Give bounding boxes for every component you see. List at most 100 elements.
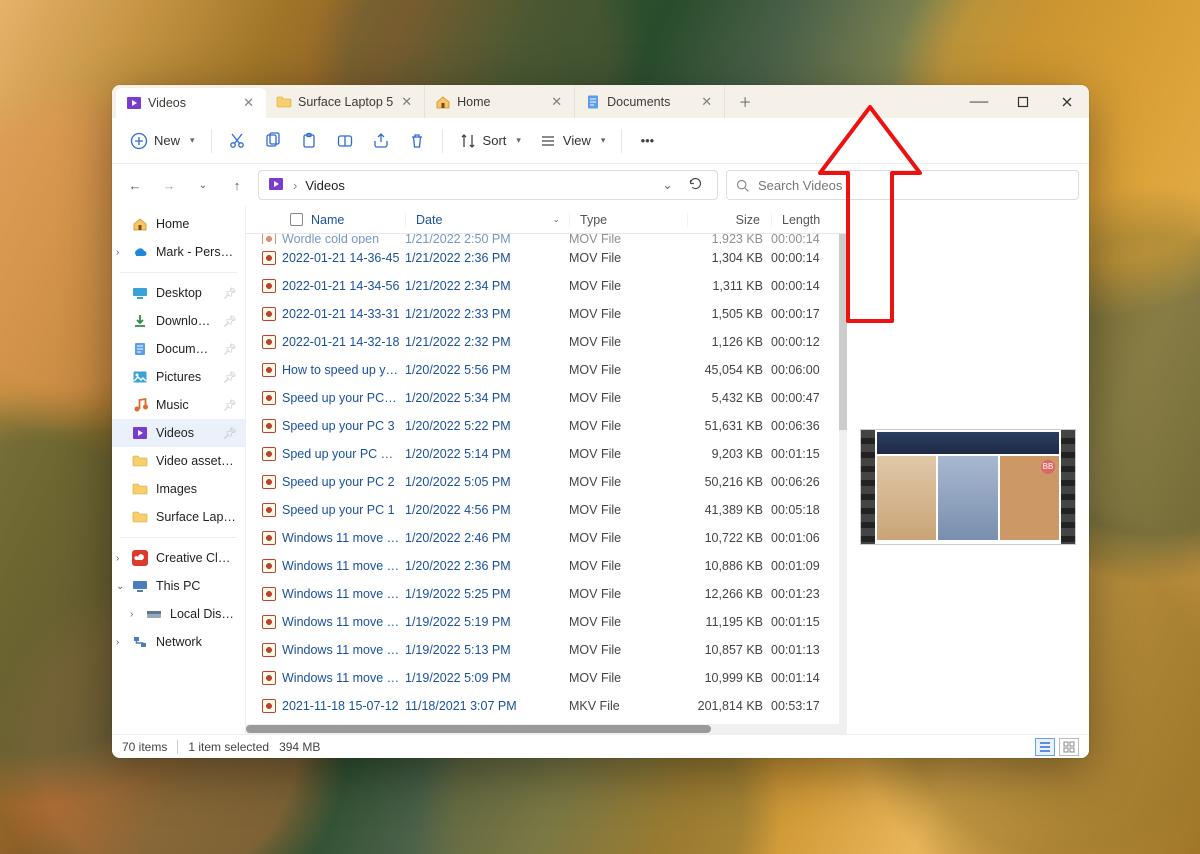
details-view-toggle[interactable] xyxy=(1035,738,1055,756)
new-tab-button[interactable]: ＋ xyxy=(725,85,765,118)
file-date: 1/21/2022 2:32 PM xyxy=(405,335,569,349)
file-date: 1/21/2022 2:36 PM xyxy=(405,251,569,265)
breadcrumb-item[interactable]: Videos xyxy=(305,178,345,193)
breadcrumb[interactable]: › Videos ⌄ xyxy=(258,170,718,200)
column-type[interactable]: Type xyxy=(569,213,687,227)
vertical-scrollbar[interactable] xyxy=(839,234,847,724)
search-input[interactable]: Search Videos xyxy=(726,170,1079,200)
column-size[interactable]: Size xyxy=(687,213,771,227)
tab-home[interactable]: Home ✕ xyxy=(425,85,575,118)
file-row[interactable]: 2022-01-21 14-36-45 1/21/2022 2:36 PM MO… xyxy=(246,244,847,272)
file-length: 00:01:06 xyxy=(771,531,821,545)
column-name[interactable]: Name xyxy=(246,213,405,227)
file-name: Windows 11 move s... xyxy=(282,643,400,657)
sidebar-network[interactable]: › Network xyxy=(112,628,245,656)
paste-button[interactable] xyxy=(292,125,326,157)
file-row[interactable]: Windows 11 move s... 1/19/2022 5:25 PM M… xyxy=(246,580,847,608)
back-button[interactable]: ← xyxy=(122,171,148,199)
pin-icon: 📌︎ xyxy=(223,343,237,356)
file-row[interactable]: Windows 11 move t... 1/20/2022 2:36 PM M… xyxy=(246,552,847,580)
chevron-down-icon: ⌄ xyxy=(552,214,560,225)
file-row[interactable]: Windows 11 move s... 1/19/2022 5:13 PM M… xyxy=(246,636,847,664)
file-row[interactable]: 2021-11-18 15-07-12 11/18/2021 3:07 PM M… xyxy=(246,692,847,720)
sidebar-creative-cloud[interactable]: › Creative Cloud Files xyxy=(112,544,245,572)
sidebar-thispc[interactable]: ⌄ This PC xyxy=(112,572,245,600)
file-row[interactable]: Speed up your PC 2 1/20/2022 5:05 PM MOV… xyxy=(246,468,847,496)
file-row[interactable]: How to speed up yo... 1/20/2022 5:56 PM … xyxy=(246,356,847,384)
sidebar-home[interactable]: Home xyxy=(112,210,245,238)
thumbnails-view-toggle[interactable] xyxy=(1059,738,1079,756)
file-row[interactable]: Speed up your PC 3 ... 1/20/2022 5:34 PM… xyxy=(246,384,847,412)
video-icon xyxy=(132,425,148,441)
sidebar-item-pictures[interactable]: Pictures 📌︎ xyxy=(112,363,245,391)
select-all-checkbox[interactable] xyxy=(290,213,303,226)
file-type: MOV File xyxy=(569,503,687,517)
sidebar-item-desktop[interactable]: Desktop 📌︎ xyxy=(112,279,245,307)
delete-button[interactable] xyxy=(400,125,434,157)
sidebar-item-video-assets-for-clip[interactable]: Video assets for Clip xyxy=(112,447,245,475)
more-button[interactable]: ••• xyxy=(630,125,664,157)
file-row[interactable]: Windows 11 move s... 1/19/2022 5:19 PM M… xyxy=(246,608,847,636)
sidebar-localdisk[interactable]: › Local Disk (C:) xyxy=(112,600,245,628)
close-window-button[interactable] xyxy=(1045,85,1089,118)
file-row[interactable]: 2022-01-21 14-33-31 1/21/2022 2:33 PM MO… xyxy=(246,300,847,328)
file-size: 201,814 KB xyxy=(687,699,771,713)
maximize-button[interactable] xyxy=(1001,85,1045,118)
pin-icon: 📌︎ xyxy=(223,427,237,440)
tab-documents[interactable]: Documents ✕ xyxy=(575,85,725,118)
file-name: Windows 11 move t... xyxy=(282,559,400,573)
file-row[interactable]: Sped up your PC 2 cl... 1/20/2022 5:14 P… xyxy=(246,440,847,468)
column-date[interactable]: Date⌄ xyxy=(405,213,569,227)
file-row[interactable]: 2022-01-21 14-34-56 1/21/2022 2:34 PM MO… xyxy=(246,272,847,300)
close-tab-button[interactable]: ✕ xyxy=(399,94,414,110)
file-type: MOV File xyxy=(569,643,687,657)
folder-icon xyxy=(132,509,148,525)
video-file-icon xyxy=(262,643,276,657)
cut-button[interactable] xyxy=(220,125,254,157)
refresh-button[interactable] xyxy=(681,176,709,194)
sidebar-item-documents[interactable]: Documents 📌︎ xyxy=(112,335,245,363)
close-tab-button[interactable]: ✕ xyxy=(549,94,564,110)
file-date: 1/21/2022 2:33 PM xyxy=(405,307,569,321)
recent-button[interactable]: ⌄ xyxy=(190,171,216,199)
pin-icon: 📌︎ xyxy=(223,399,237,412)
file-row[interactable]: Windows 11 move s... 1/20/2022 2:46 PM M… xyxy=(246,524,847,552)
file-row[interactable]: 2022-01-21 14-32-18 1/21/2022 2:32 PM MO… xyxy=(246,328,847,356)
sidebar-item-music[interactable]: Music 📌︎ xyxy=(112,391,245,419)
sidebar-item-images[interactable]: Images xyxy=(112,475,245,503)
rename-button[interactable] xyxy=(328,125,362,157)
up-button[interactable]: ↑ xyxy=(224,171,250,199)
file-type: MOV File xyxy=(569,363,687,377)
share-button[interactable] xyxy=(364,125,398,157)
sidebar-item-surface-laptop-5[interactable]: Surface Laptop 5 xyxy=(112,503,245,531)
file-row[interactable]: Speed up your PC 1 1/20/2022 4:56 PM MOV… xyxy=(246,496,847,524)
video-file-icon xyxy=(262,234,276,244)
sort-button[interactable]: Sort▾ xyxy=(451,125,529,157)
sidebar-item-downloads[interactable]: Downloads 📌︎ xyxy=(112,307,245,335)
docs-icon xyxy=(132,341,148,357)
file-name: 2022-01-21 14-36-45 xyxy=(282,251,399,265)
copy-button[interactable] xyxy=(256,125,290,157)
chevron-down-icon[interactable]: ⌄ xyxy=(662,177,673,193)
file-date: 1/21/2022 2:50 PM xyxy=(405,234,569,244)
file-row[interactable]: Windows 11 move S... 1/19/2022 5:09 PM M… xyxy=(246,664,847,692)
forward-button[interactable]: → xyxy=(156,171,182,199)
file-length: 00:01:15 xyxy=(771,615,821,629)
file-type: MOV File xyxy=(569,531,687,545)
new-button[interactable]: New ▾ xyxy=(122,125,203,157)
file-row[interactable]: Speed up your PC 3 1/20/2022 5:22 PM MOV… xyxy=(246,412,847,440)
close-tab-button[interactable]: ✕ xyxy=(241,95,256,111)
tab-surface-laptop-5[interactable]: Surface Laptop 5 ✕ xyxy=(266,85,425,118)
horizontal-scrollbar[interactable] xyxy=(246,724,847,734)
chevron-right-icon: › xyxy=(116,247,119,258)
view-button[interactable]: View▾ xyxy=(531,125,613,157)
file-length: 00:06:36 xyxy=(771,419,821,433)
close-tab-button[interactable]: ✕ xyxy=(699,94,714,110)
file-size: 45,054 KB xyxy=(687,363,771,377)
column-length[interactable]: Length xyxy=(771,213,821,227)
tab-videos[interactable]: Videos ✕ xyxy=(116,88,266,118)
file-row[interactable]: Wordle cold open 1/21/2022 2:50 PM MOV F… xyxy=(246,234,847,244)
sidebar-onedrive[interactable]: › Mark - Personal xyxy=(112,238,245,266)
minimize-button[interactable]: ── xyxy=(957,85,1001,118)
sidebar-item-videos[interactable]: Videos 📌︎ xyxy=(112,419,245,447)
